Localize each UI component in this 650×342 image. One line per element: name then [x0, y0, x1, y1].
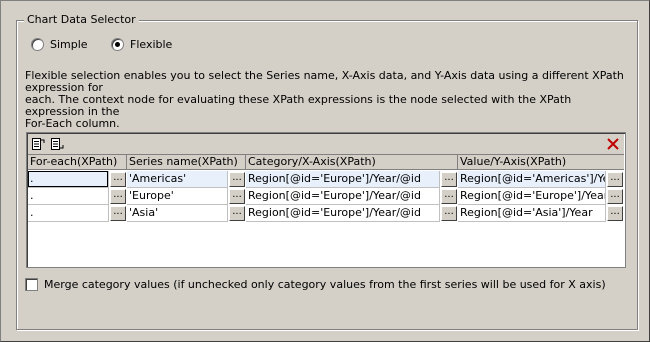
table-row: . ... 'Americas' ... Region[@id='Europe'… [28, 171, 624, 188]
cell-value-y[interactable]: Region[@id='Asia']/Year [458, 205, 606, 222]
browse-button[interactable]: ... [229, 189, 245, 204]
cell-for-each[interactable]: . [28, 171, 109, 188]
cell-value-y[interactable]: Region[@id='Europe']/Year [458, 188, 606, 205]
merge-category-label: Merge category values (if unchecked only… [44, 278, 606, 291]
browse-button[interactable]: ... [110, 206, 126, 221]
browse-button[interactable]: ... [441, 189, 457, 204]
cell-category-x[interactable]: Region[@id='Europe']/Year/@id [246, 171, 440, 188]
browse-button[interactable]: ... [607, 189, 623, 204]
browse-button[interactable]: ... [110, 189, 126, 204]
series-grid: For-each(XPath) Series name(XPath) Categ… [26, 132, 626, 268]
grid-toolbar [28, 134, 624, 155]
cell-value-y[interactable]: Region[@id='Americas']/Year [458, 171, 606, 188]
cell-category-x[interactable]: Region[@id='Europe']/Year/@id [246, 205, 440, 222]
radio-simple[interactable]: Simple [31, 38, 88, 51]
browse-button[interactable]: ... [229, 172, 245, 187]
table-row: . ... 'Europe' ... Region[@id='Europe']/… [28, 188, 624, 205]
radio-flexible[interactable]: Flexible [111, 38, 172, 51]
browse-button[interactable]: ... [110, 172, 126, 187]
header-series-name[interactable]: Series name(XPath) [127, 155, 246, 169]
cell-series-name[interactable]: 'Americas' [127, 171, 228, 188]
group-title: Chart Data Selector [24, 13, 139, 27]
browse-button[interactable]: ... [607, 206, 623, 221]
insert-row-icon[interactable] [29, 135, 47, 153]
delete-row-icon[interactable] [604, 135, 622, 153]
radio-selected-dot [115, 42, 120, 47]
browse-button[interactable]: ... [441, 172, 457, 187]
cell-series-name[interactable]: 'Asia' [127, 205, 228, 222]
radio-simple-circle[interactable] [31, 38, 44, 51]
cell-category-x[interactable]: Region[@id='Europe']/Year/@id [246, 188, 440, 205]
radio-simple-label: Simple [50, 38, 88, 51]
merge-category-option[interactable]: Merge category values (if unchecked only… [25, 278, 606, 291]
append-row-icon[interactable] [48, 135, 66, 153]
table-row: . ... 'Asia' ... Region[@id='Europe']/Ye… [28, 205, 624, 222]
header-for-each[interactable]: For-each(XPath) [28, 155, 127, 169]
cell-series-name[interactable]: 'Europe' [127, 188, 228, 205]
header-category-x[interactable]: Category/X-Axis(XPath) [246, 155, 458, 169]
browse-button[interactable]: ... [229, 206, 245, 221]
browse-button[interactable]: ... [607, 172, 623, 187]
grid-header: For-each(XPath) Series name(XPath) Categ… [28, 155, 624, 170]
flexible-description: Flexible selection enables you to select… [25, 69, 624, 130]
cell-for-each[interactable]: . [28, 205, 109, 222]
cell-for-each[interactable]: . [28, 188, 109, 205]
header-value-y[interactable]: Value/Y-Axis(XPath) [458, 155, 624, 169]
browse-button[interactable]: ... [441, 206, 457, 221]
radio-flexible-label: Flexible [130, 38, 173, 51]
radio-flexible-circle[interactable] [111, 38, 124, 51]
merge-category-checkbox[interactable] [25, 278, 38, 291]
